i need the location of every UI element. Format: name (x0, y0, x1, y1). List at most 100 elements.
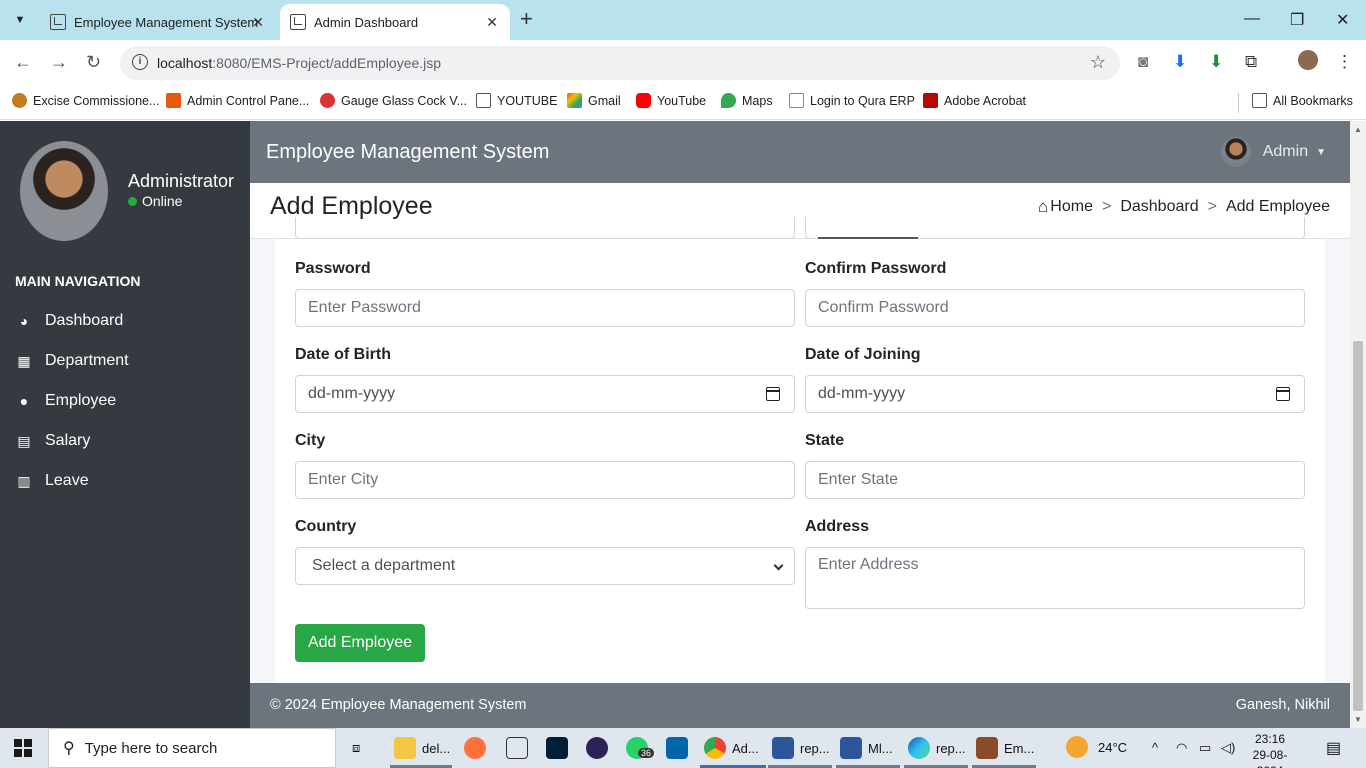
sidebar-item-dashboard[interactable]: ◕ Dashboard (15, 309, 124, 333)
bookmark-item[interactable]: Excise Commissione... (12, 93, 159, 108)
country-select[interactable]: Select a department (295, 547, 795, 585)
taskbar-search[interactable]: ⚲ Type here to search (48, 728, 336, 768)
password-label: Password (295, 260, 371, 277)
doj-label: Date of Joining (805, 346, 921, 363)
taskbar-app-eclipse[interactable] (586, 736, 614, 760)
extensions-icon[interactable]: ⧉ (1245, 52, 1257, 72)
new-tab-icon[interactable]: + (520, 8, 533, 30)
scroll-down-icon[interactable]: ▼ (1354, 715, 1362, 724)
bookmark-item[interactable]: Adobe Acrobat (923, 93, 1026, 108)
taskbar-app-whatsapp[interactable]: 36 (626, 736, 655, 760)
copyright-text: © 2024 Employee Management System (270, 697, 527, 713)
address-bar[interactable]: i localhost:8080/EMS-Project/addEmployee… (120, 46, 1120, 80)
scroll-up-icon[interactable]: ▲ (1354, 125, 1362, 134)
bookmark-label: Gauge Glass Cock V... (341, 93, 467, 108)
breadcrumb-home[interactable]: Home (1050, 198, 1093, 216)
taskbar-app-chrome[interactable]: Ad... (704, 736, 759, 760)
weather-icon[interactable] (1066, 736, 1088, 761)
breadcrumb-separator: > (1101, 198, 1112, 215)
user-status: Online (128, 193, 182, 209)
breadcrumb-dashboard[interactable]: Dashboard (1120, 198, 1198, 216)
doj-input[interactable]: dd-mm-yyyy (805, 375, 1305, 413)
sidebar-item-employee[interactable]: ● Employee (15, 389, 116, 413)
profile-avatar[interactable] (1298, 50, 1318, 70)
brand-title[interactable]: Employee Management System (266, 141, 549, 164)
footer: © 2024 Employee Management System Ganesh… (250, 683, 1350, 728)
sidebar-item-salary[interactable]: ▤ Salary (15, 429, 90, 453)
taskbar-app-label: del... (422, 740, 451, 756)
dob-input[interactable]: dd-mm-yyyy (295, 375, 795, 413)
taskbar-app-calendar[interactable] (506, 736, 534, 760)
browser-tab-bar: ▼ Employee Management System ✕ Admin Das… (0, 0, 1366, 40)
taskbar-app-word[interactable]: rep... (772, 736, 830, 760)
bookmark-item[interactable]: Maps (721, 93, 773, 108)
camera-icon[interactable]: ◙ (1138, 52, 1148, 72)
bookmark-item[interactable]: Gmail (567, 93, 621, 108)
calendar-icon[interactable] (766, 387, 780, 401)
bookmark-star-icon[interactable]: ☆ (1090, 52, 1106, 73)
bookmark-item[interactable]: Login to Qura ERP (789, 93, 915, 108)
weather-temp[interactable]: 24°C (1098, 740, 1127, 755)
tab-search-dropdown-icon[interactable]: ▼ (6, 8, 34, 32)
tab-close-icon[interactable]: ✕ (486, 14, 498, 31)
battery-icon[interactable]: ▭ (1199, 740, 1211, 756)
taskbar-app-ems[interactable]: Em... (976, 736, 1034, 760)
site-info-icon[interactable]: i (132, 54, 148, 70)
user-menu[interactable]: Admin ▼ (1220, 137, 1326, 167)
page-scrollbar[interactable]: ▲ ▼ (1350, 121, 1366, 728)
chevron-up-icon[interactable]: ^ (1152, 740, 1158, 755)
notifications-icon[interactable]: ▤ (1326, 738, 1341, 758)
calendar-icon[interactable] (1276, 387, 1290, 401)
app-icon (976, 737, 998, 759)
bookmark-item[interactable]: Admin Control Pane... (166, 93, 309, 108)
forward-icon[interactable]: → (50, 52, 68, 73)
bookmark-item[interactable]: YOUTUBE (476, 93, 557, 108)
extension-download-icon[interactable]: ⬇ (1209, 52, 1223, 72)
reload-icon[interactable]: ↻ (86, 52, 101, 73)
bookmark-item[interactable]: Gauge Glass Cock V... (320, 93, 467, 108)
state-input[interactable]: Enter State (805, 461, 1305, 499)
taskbar-app-edge[interactable]: rep... (908, 736, 966, 760)
all-bookmarks[interactable]: All Bookmarks (1252, 93, 1353, 108)
download-icon[interactable]: ⬇ (1173, 52, 1187, 72)
back-icon[interactable]: ← (14, 52, 32, 73)
task-view-icon[interactable]: ⧈ (352, 736, 360, 760)
sidebar-item-leave[interactable]: ▥ Leave (15, 469, 88, 493)
windows-start-icon[interactable] (14, 739, 32, 757)
address-textarea[interactable]: Enter Address (805, 547, 1305, 609)
folder-icon (476, 93, 491, 108)
tab-close-icon[interactable]: ✕ (252, 14, 264, 31)
bookmarks-divider (1238, 93, 1239, 113)
tab-favicon-icon (290, 14, 306, 30)
browser-menu-icon[interactable]: ⋮ (1336, 52, 1353, 72)
word-icon (840, 737, 862, 759)
taskbar-app-explorer[interactable]: del... (394, 736, 450, 760)
browser-tab-admin-dashboard[interactable]: Admin Dashboard ✕ (280, 4, 510, 40)
taskbar-app-vscode[interactable] (666, 736, 694, 760)
taskbar-app-firefox[interactable] (464, 736, 492, 760)
scrollbar-thumb[interactable] (1353, 341, 1363, 711)
maps-icon (721, 93, 736, 108)
avatar (1220, 137, 1251, 167)
bookmark-item[interactable]: YouTube (636, 93, 706, 108)
sidebar-item-department[interactable]: ▦ Department (15, 349, 129, 373)
confirm-password-input[interactable]: Confirm Password (805, 289, 1305, 327)
clock[interactable]: 23:16 29-08-2024 (1240, 731, 1300, 768)
taskbar-app-photoshop[interactable] (546, 736, 574, 760)
volume-icon[interactable]: ◁) (1221, 740, 1235, 756)
window-close-icon[interactable]: ✕ (1336, 10, 1349, 30)
browser-tab-ems[interactable]: Employee Management System ✕ (40, 4, 276, 40)
emblem-icon (12, 93, 27, 108)
password-input[interactable]: Enter Password (295, 289, 795, 327)
taskbar-app-word-2[interactable]: Ml... (840, 736, 893, 760)
tab-title: Employee Management System (74, 14, 259, 30)
add-employee-button[interactable]: Add Employee (295, 624, 425, 662)
minimize-icon[interactable]: — (1244, 10, 1260, 28)
nav-header: MAIN NAVIGATION (15, 273, 141, 289)
sidebar-item-label: Department (45, 352, 129, 369)
network-icon[interactable]: ◠ (1176, 740, 1187, 756)
city-input[interactable]: Enter City (295, 461, 795, 499)
authors-text: Ganesh, Nikhil (1235, 697, 1330, 713)
url-host: localhost (157, 55, 213, 71)
restore-icon[interactable]: ❐ (1290, 10, 1304, 30)
